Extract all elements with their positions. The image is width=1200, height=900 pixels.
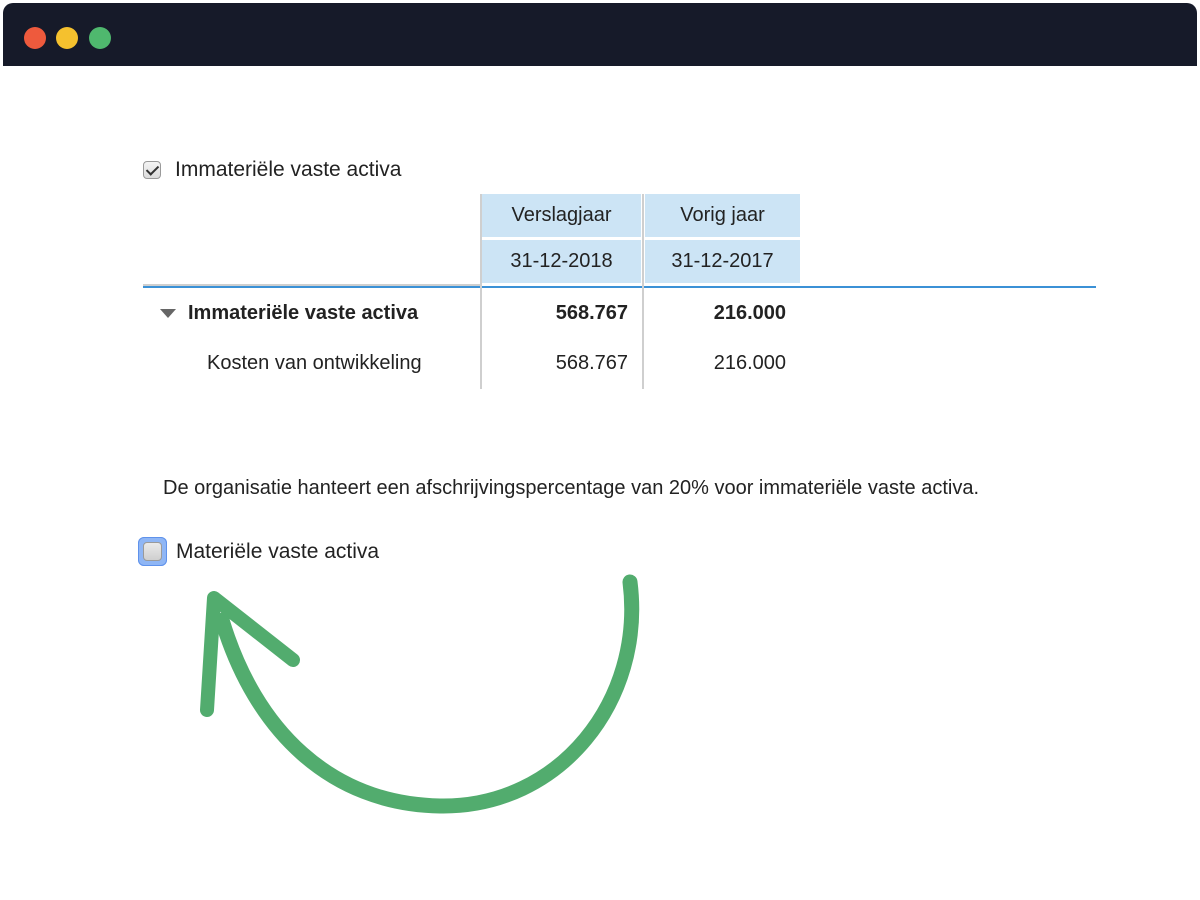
curved-arrow-icon: [200, 574, 640, 814]
